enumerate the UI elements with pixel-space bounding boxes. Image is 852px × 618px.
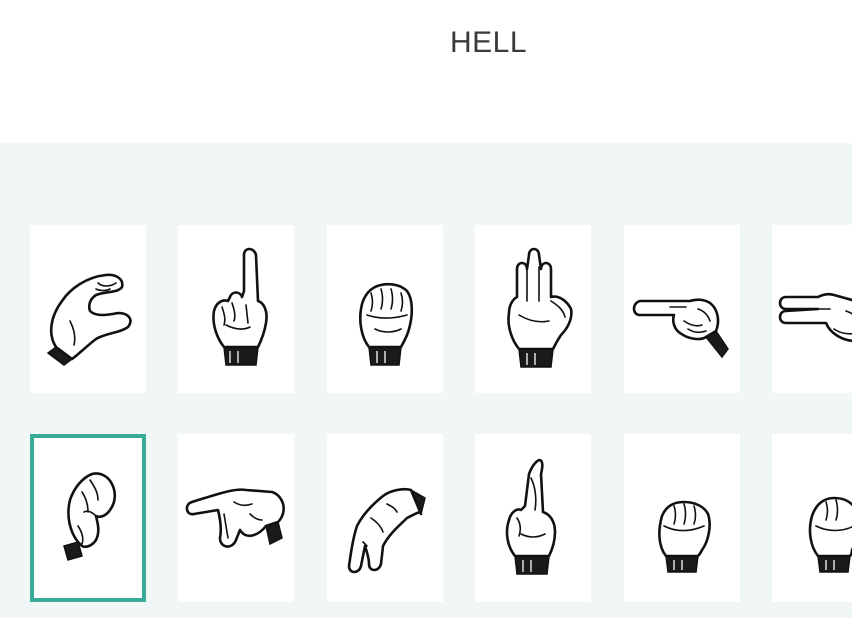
asl-letter-s-hand-icon: [658, 500, 711, 573]
word-display: HELL: [0, 0, 852, 143]
asl-letter-c-hand-icon: [46, 273, 132, 366]
sign-card-h[interactable]: [772, 225, 852, 393]
asl-letter-f-hand-icon: [507, 247, 573, 368]
sign-card-c[interactable]: [30, 225, 146, 393]
asl-letter-t-hand-icon: [808, 496, 852, 573]
sign-letter-grid: [0, 143, 852, 618]
spelled-word-text: HELL: [450, 26, 528, 59]
asl-letter-p-hand-icon: [185, 488, 285, 548]
sign-card-d[interactable]: [178, 225, 294, 393]
asl-letter-g-hand-icon: [632, 298, 729, 359]
asl-letter-e-hand-icon: [358, 282, 414, 366]
asl-letter-r-hand-icon: [505, 458, 557, 575]
sign-card-t[interactable]: [772, 434, 852, 602]
sign-card-r[interactable]: [475, 434, 591, 602]
sign-card-f[interactable]: [475, 225, 591, 393]
sign-card-g[interactable]: [624, 225, 740, 393]
asl-letter-h-hand-icon: [778, 292, 852, 343]
sign-card-o[interactable]: [30, 434, 146, 602]
sign-card-p[interactable]: [178, 434, 294, 602]
sign-card-q[interactable]: [327, 434, 443, 602]
sign-card-s[interactable]: [624, 434, 740, 602]
sign-card-e[interactable]: [327, 225, 443, 393]
asl-letter-q-hand-icon: [347, 487, 426, 574]
asl-letter-d-hand-icon: [212, 247, 268, 366]
asl-letter-o-hand-icon: [63, 472, 117, 561]
